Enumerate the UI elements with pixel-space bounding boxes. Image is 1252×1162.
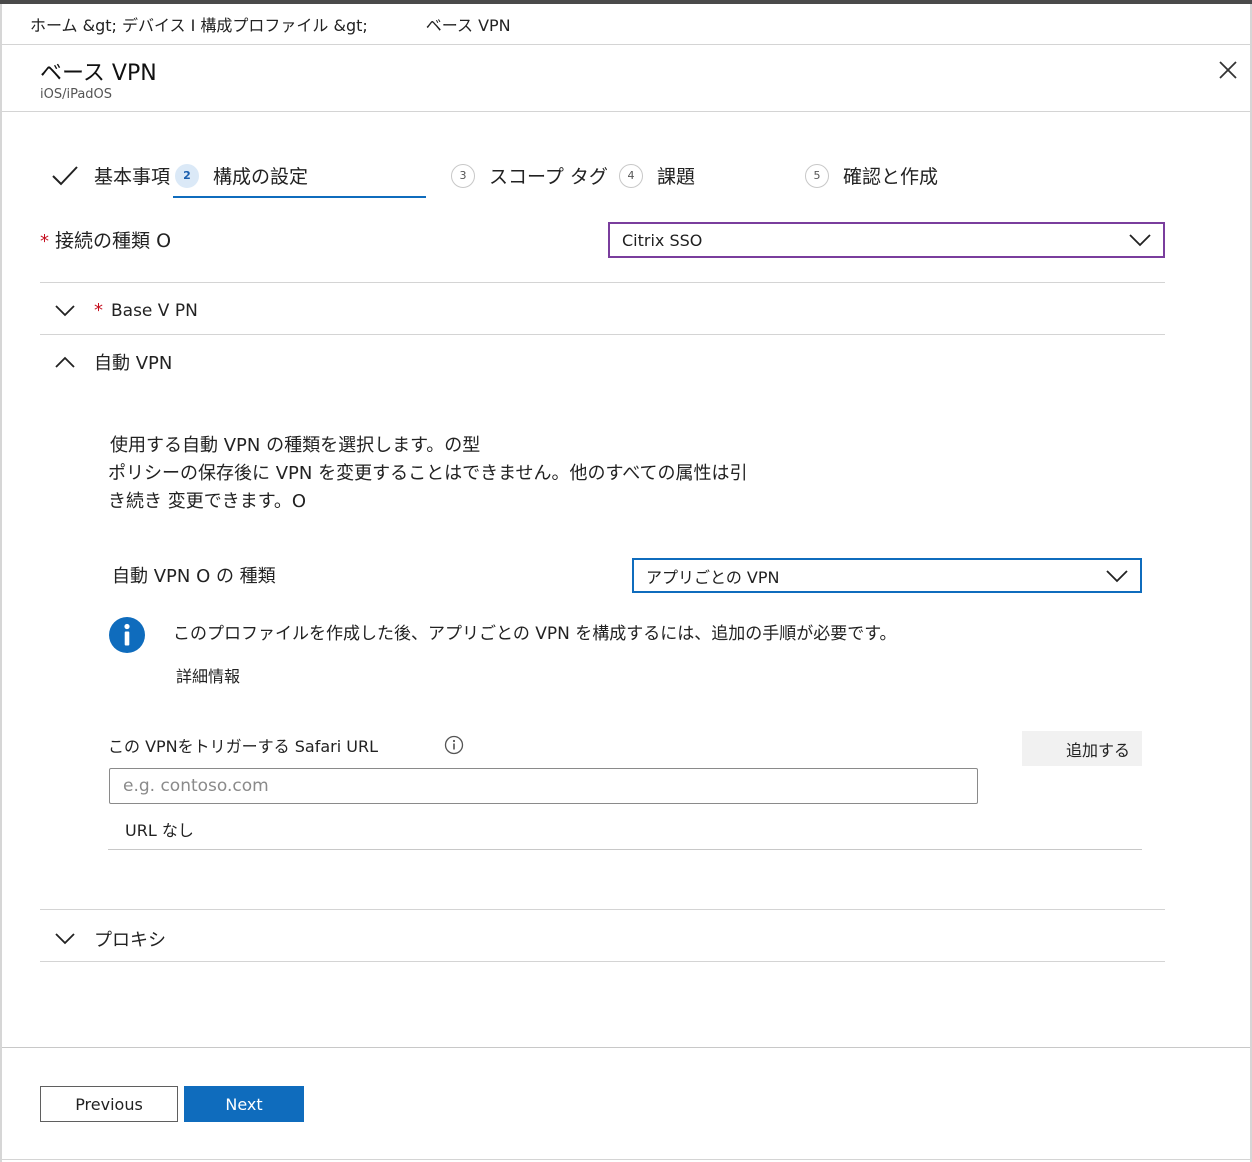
auto-vpn-type-label: 自動 VPN O の 種類 [112, 566, 276, 587]
title-divider [2, 111, 1250, 112]
chevron-down-icon [55, 304, 75, 316]
more-info-link[interactable]: 詳細情報 [176, 663, 240, 687]
section-divider [40, 909, 1165, 910]
wizard-step-assignments[interactable]: 4 課題 [619, 162, 695, 189]
connection-type-select[interactable]: Citrix SSO [608, 222, 1165, 258]
auto-vpn-type-value: アプリごとの VPN [646, 567, 780, 587]
header-divider [2, 44, 1250, 45]
step-number-badge: 3 [451, 163, 475, 188]
wizard-step-label: スコープ タグ [489, 166, 608, 188]
connection-type-label: * 接続の種類 O [40, 226, 171, 253]
page-title: ベース VPN [40, 61, 157, 86]
checkmark-icon [52, 165, 78, 185]
wizard-steps: 基本事項 2 構成の設定 3 スコープ タグ 4 課題 5 確認と作成 [0, 150, 1252, 210]
add-url-button[interactable]: 追加する [1022, 731, 1142, 766]
breadcrumb-current: ベース VPN [425, 16, 511, 35]
safari-url-input[interactable] [109, 768, 978, 804]
info-icon [109, 617, 145, 653]
wizard-step-label: 課題 [657, 166, 696, 188]
chevron-down-icon [1129, 234, 1151, 247]
active-step-underline [173, 196, 426, 198]
page-subtitle: iOS/iPadOS [40, 87, 113, 102]
section-base-vpn-label: Base V PN [111, 300, 198, 321]
close-icon [1219, 61, 1237, 79]
chevron-up-icon [55, 356, 75, 368]
step-number-badge: 5 [805, 163, 829, 188]
section-proxy-label: プロキシ [94, 930, 166, 951]
chevron-down-icon [55, 933, 75, 945]
next-button[interactable]: Next [184, 1086, 304, 1122]
auto-vpn-type-select[interactable]: アプリごとの VPN [632, 558, 1142, 593]
wizard-step-review-create[interactable]: 5 確認と作成 [805, 162, 938, 189]
required-marker: * [94, 300, 103, 321]
bottom-frame-edge [2, 1159, 1250, 1160]
section-proxy-header[interactable]: プロキシ [54, 926, 166, 952]
connection-type-value: Citrix SSO [622, 230, 703, 250]
wizard-step-label: 構成の設定 [213, 166, 309, 188]
safari-url-label: この VPNをトリガーする Safari URL [108, 737, 378, 756]
connection-type-label-text: 接続の種類 O [55, 230, 172, 252]
top-frame-bar [0, 0, 1252, 4]
wizard-step-basics[interactable]: 基本事項 [52, 162, 170, 189]
step-number-badge: 4 [619, 163, 643, 188]
step-number-badge: 2 [175, 163, 199, 188]
wizard-step-scope-tags[interactable]: 3 スコープ タグ [451, 162, 608, 189]
description-line: き続き 変更できます。O [108, 491, 307, 512]
info-message: このプロファイルを作成した後、アプリごとの VPN を構成するには、追加の手順が… [173, 624, 897, 644]
section-divider [40, 282, 1165, 283]
wizard-step-label: 基本事項 [94, 166, 171, 188]
section-auto-vpn-label: 自動 VPN [94, 353, 173, 374]
section-divider [40, 961, 1165, 962]
section-base-vpn-header[interactable]: * Base V PN [54, 300, 198, 321]
required-marker: * [40, 231, 49, 252]
auto-vpn-description: 使用する自動 VPN の種類を選択します。の型 ポリシーの保存後に VPN を変… [108, 432, 748, 516]
section-auto-vpn-header[interactable]: 自動 VPN [54, 349, 172, 375]
no-url-text: URL なし [125, 821, 194, 840]
description-line: ポリシーの保存後に VPN を変更することはできません。他のすべての属性は引 [108, 463, 748, 484]
chevron-down-icon [1106, 569, 1128, 582]
breadcrumb: ホーム &gt; デバイス I 構成プロファイル &gt; ベース VPN [30, 12, 511, 36]
previous-button[interactable]: Previous [40, 1086, 178, 1122]
wizard-step-config-settings[interactable]: 2 構成の設定 [175, 162, 308, 189]
close-button[interactable] [1212, 54, 1244, 86]
info-circle-icon[interactable] [444, 735, 464, 755]
section-divider [40, 334, 1165, 335]
breadcrumb-parent[interactable]: ホーム &gt; デバイス I 構成プロファイル &gt; [30, 12, 368, 36]
url-list-divider [108, 849, 1142, 850]
description-line: 使用する自動 VPN の種類を選択します。の型 [110, 435, 481, 456]
wizard-step-label: 確認と作成 [843, 166, 939, 188]
footer-divider [2, 1047, 1250, 1048]
